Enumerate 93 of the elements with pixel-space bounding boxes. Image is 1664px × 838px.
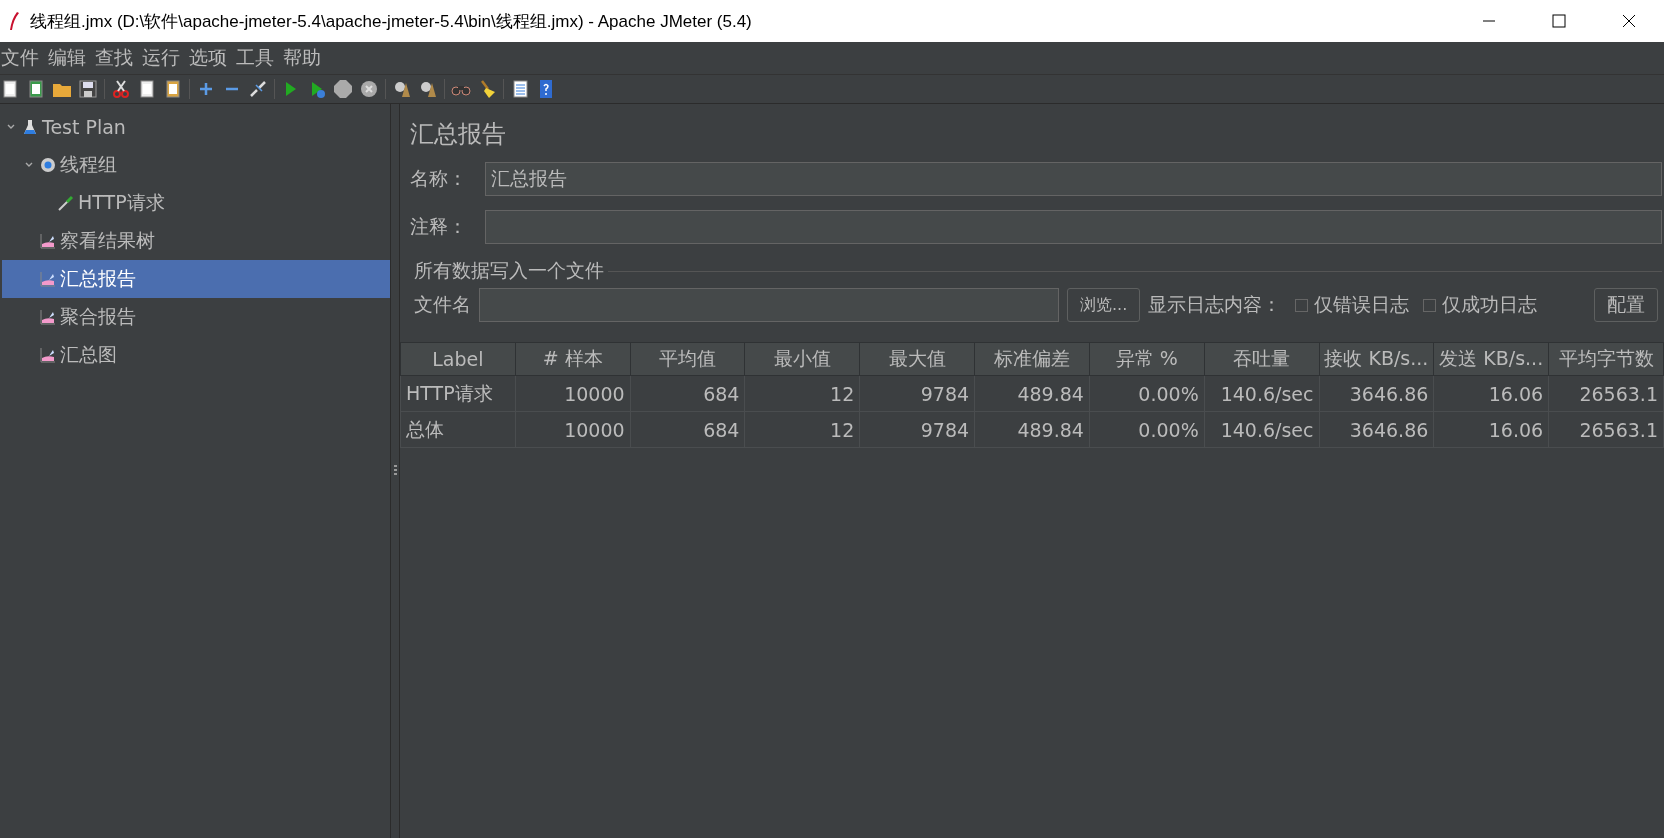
close-icon[interactable] [1621,13,1637,29]
tree-item[interactable]: 聚合报告 [2,298,390,336]
tree-item-label: 汇总报告 [60,266,136,291]
tree-item[interactable]: 察看结果树 [2,222,390,260]
filename-label: 文件名 [414,292,471,317]
tree-item[interactable]: 线程组 [2,146,390,184]
table-cell: 16.06 [1433,375,1549,412]
list-icon[interactable] [510,79,530,99]
tree-item[interactable]: 汇总报告 [2,260,390,298]
tree-item[interactable]: Test Plan [2,108,390,146]
table-cell: 12 [744,375,860,412]
column-header[interactable]: 平均字节数 [1548,342,1664,376]
gear-broom-icon[interactable] [418,79,438,99]
table-cell: 12 [744,411,860,448]
table-cell: 9784 [859,375,975,412]
column-header[interactable]: 平均值 [630,342,745,376]
checkbox[interactable] [1295,298,1309,312]
document-icon[interactable] [0,79,20,99]
panel-title: 汇总报告 [410,119,507,150]
table-cell: 26563.1 [1548,375,1664,412]
log-label: 显示日志内容： [1148,292,1282,317]
column-header[interactable]: 标准偏差 [974,342,1090,376]
filename-field[interactable] [479,288,1059,322]
chart-icon [40,271,56,287]
tree-item-label: Test Plan [42,116,126,138]
tree-item-label: 聚合报告 [60,304,136,329]
menu-item[interactable]: 文件 [0,45,40,71]
menu-item[interactable]: 编辑 [47,45,87,71]
gear-broom-icon[interactable] [392,79,412,99]
menu-item[interactable]: 工具 [235,45,275,71]
table-cell: 0.00% [1089,411,1205,448]
chart-icon [40,233,56,249]
table-cell: 3646.86 [1319,375,1434,412]
table-cell: 140.6/sec [1204,411,1319,448]
table-cell: 684 [630,375,745,412]
document-icon[interactable] [137,79,157,99]
column-header[interactable]: 发送 KB/s... [1433,342,1549,376]
table-cell: 140.6/sec [1204,375,1319,412]
table-cell: 684 [630,411,745,448]
browse-button[interactable]: 浏览... [1067,288,1141,322]
column-header[interactable]: Label [400,342,516,376]
menu-item[interactable]: 选项 [188,45,228,71]
column-header[interactable]: 接收 KB/s... [1319,342,1434,376]
column-header[interactable]: 最大值 [859,342,975,376]
document-icon[interactable] [163,79,183,99]
table-cell: 489.84 [974,375,1090,412]
stop-circle-icon[interactable] [359,79,379,99]
chart-icon [40,309,56,325]
table-cell: 3646.86 [1319,411,1434,448]
stop-icon[interactable] [333,79,353,99]
feather-icon [8,11,20,31]
table-cell: 16.06 [1433,411,1549,448]
maximize-icon[interactable] [1551,13,1567,29]
checkbox-label: 仅成功日志 [1442,292,1538,317]
document-icon[interactable] [26,79,46,99]
comment-label: 注释： [410,214,468,239]
menu-item[interactable]: 运行 [141,45,181,71]
table-cell: HTTP请求 [400,375,516,412]
tree-item-label: 察看结果树 [60,228,155,253]
column-header[interactable]: 异常 % [1089,342,1205,376]
table-cell: 总体 [400,411,516,448]
checkbox[interactable] [1423,298,1437,312]
flask-icon [22,119,38,135]
config-button[interactable]: 配置 [1594,288,1658,322]
table-cell: 9784 [859,411,975,448]
section-title: 所有数据写入一个文件 [414,258,605,283]
tree-item-label: HTTP请求 [78,190,165,215]
save-icon[interactable] [78,79,98,99]
gear-icon [40,157,56,173]
name-label: 名称： [410,166,468,191]
column-header[interactable]: 吞吐量 [1204,342,1319,376]
menu-item[interactable]: 帮助 [282,45,322,71]
comment-field[interactable] [485,210,1662,244]
table-cell: 489.84 [974,411,1090,448]
splitter-handle[interactable] [393,465,397,477]
checkbox-label: 仅错误日志 [1314,292,1410,317]
tree-item[interactable]: HTTP请求 [2,184,390,222]
window-title: 线程组.jmx (D:\软件\apache-jmeter-5.4\apache-jmeter-5.4\bin\线程组.jmx) - Apache JMeter (5.4) [30,10,752,33]
tree-item[interactable]: 汇总图 [2,336,390,374]
tree-item-label: 汇总图 [60,342,117,367]
table-cell: 0.00% [1089,375,1205,412]
wand-icon[interactable] [248,79,268,99]
tree-item-label: 线程组 [60,152,117,177]
table-cell: 10000 [515,375,631,412]
column-header[interactable]: # 样本 [515,342,631,376]
table-cell: 26563.1 [1548,411,1664,448]
chart-icon [40,347,56,363]
menu-item[interactable]: 查找 [94,45,134,71]
scissors-icon[interactable] [111,79,131,99]
pipette-icon [58,195,74,211]
table-cell: 10000 [515,411,631,448]
name-field[interactable]: 汇总报告 [485,162,1662,196]
column-header[interactable]: 最小值 [744,342,860,376]
